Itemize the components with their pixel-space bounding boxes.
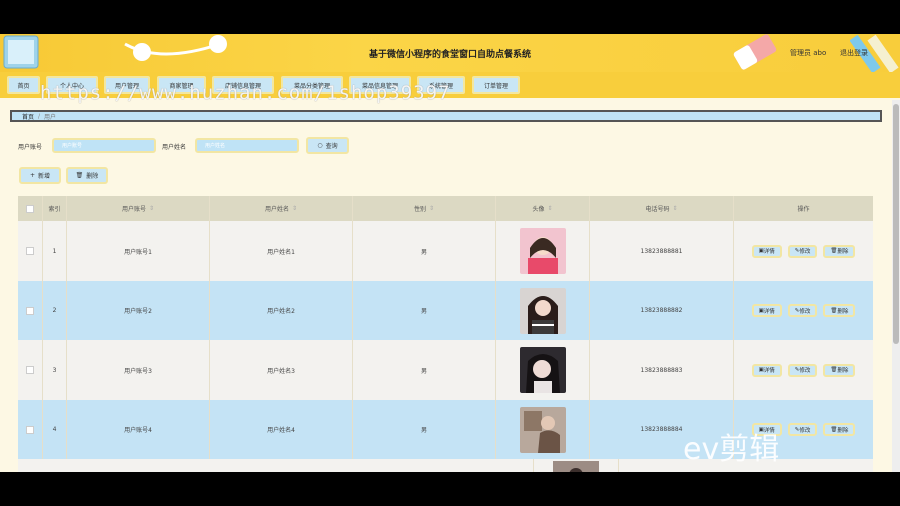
col-gender[interactable]: 性别 ⇕	[353, 196, 496, 221]
row-gender: 男	[353, 400, 496, 459]
sort-icon: ⇕	[547, 205, 553, 212]
row-account: 用户账号4	[67, 400, 210, 459]
row-name: 用户姓名4	[210, 400, 353, 459]
trash-icon: 🗑	[75, 172, 84, 179]
row-name: 用户姓名1	[210, 221, 353, 281]
sort-icon: ⇕	[148, 205, 155, 212]
query-button[interactable]: ○ 查询	[306, 137, 349, 154]
edit-button[interactable]: ✎ 修改	[787, 363, 818, 377]
row-index: 4	[43, 400, 67, 459]
row-phone: 13823888883	[590, 340, 734, 400]
detail-button[interactable]: ▣ 详情	[751, 363, 782, 377]
row-actions: ▣ 详情 ✎ 修改 🗑 删除	[734, 221, 873, 281]
watermark-text: https://www.huzhan.com/1shop39397	[40, 82, 451, 104]
app-screen: 基于微信小程序的食堂窗口自助点餐系统 管理员 abo 退出登录 首页 个人中心 …	[0, 34, 900, 472]
scrollbar-thumb[interactable]	[893, 104, 899, 344]
logout-link[interactable]: 退出登录	[840, 48, 868, 58]
query-button-label: 查询	[325, 143, 338, 150]
row-actions: ▣ 详情 ✎ 修改 🗑 删除	[734, 281, 873, 340]
row-account: 用户账号1	[67, 221, 210, 281]
add-button-label: 新增	[38, 173, 51, 180]
name-label: 用户姓名	[162, 144, 187, 151]
avatar	[496, 400, 590, 459]
nav-item-orders[interactable]: 订单管理	[472, 76, 520, 94]
edit-button[interactable]: ✎ 修改	[787, 423, 818, 436]
row-account: 用户账号3	[67, 340, 210, 400]
sort-icon: ⇕	[291, 205, 298, 212]
row-delete-button[interactable]: 🗑 删除	[823, 363, 856, 377]
col-avatar[interactable]: 头像 ⇕	[496, 196, 590, 221]
row-name: 用户姓名3	[210, 340, 353, 400]
col-name[interactable]: 用户姓名 ⇕	[210, 196, 353, 221]
row-gender: 男	[353, 281, 496, 340]
col-actions: 操作	[797, 206, 810, 213]
scrollbar[interactable]	[892, 100, 900, 472]
row-gender: 男	[353, 340, 496, 400]
row-account: 用户账号2	[67, 281, 210, 340]
edit-button[interactable]: ✎ 修改	[787, 244, 818, 258]
select-all-checkbox[interactable]	[18, 196, 43, 221]
plus-icon: +	[29, 172, 35, 179]
breadcrumb: 首页 / 用户	[10, 110, 882, 122]
breadcrumb-home[interactable]: 首页	[22, 112, 34, 121]
nav-item-home[interactable]: 首页	[7, 76, 40, 94]
col-account[interactable]: 用户账号 ⇕	[67, 196, 210, 221]
name-input[interactable]: 用户姓名	[195, 138, 299, 153]
row-phone: 13823888881	[590, 221, 734, 281]
table-row: 2 用户账号2 用户姓名2 男 13823888882 ▣ 详情 ✎ 修改 🗑 …	[18, 281, 873, 340]
row-checkbox[interactable]	[18, 340, 43, 400]
table-row: 3 用户账号3 用户姓名3 男 13823888883 ▣ 详情 ✎ 修改 🗑 …	[18, 340, 873, 400]
account-label: 用户账号	[18, 144, 43, 151]
breadcrumb-separator: /	[38, 112, 41, 120]
admin-label: 管理员 abo	[790, 49, 827, 57]
avatar	[534, 459, 619, 472]
sort-icon: ⇕	[428, 205, 435, 212]
avatar	[496, 281, 590, 340]
row-index: 1	[43, 221, 67, 281]
search-icon: ○	[317, 142, 323, 149]
delete-button-label: 删除	[86, 173, 99, 180]
col-phone[interactable]: 电话号码 ⇕	[590, 196, 734, 221]
table-row: 1 用户账号1 用户姓名1 男 13823888881 ▣ 详情 ✎ 修改 🗑 …	[18, 221, 873, 281]
row-delete-button[interactable]: 🗑 删除	[823, 244, 856, 258]
breadcrumb-current: 用户	[44, 113, 57, 121]
detail-button[interactable]: ▣ 详情	[751, 244, 782, 258]
detail-button[interactable]: ▣ 详情	[751, 304, 782, 317]
row-index: 2	[43, 281, 67, 340]
edit-button[interactable]: ✎ 修改	[787, 304, 818, 317]
top-header: 基于微信小程序的食堂窗口自助点餐系统 管理员 abo 退出登录	[0, 34, 900, 72]
avatar	[496, 340, 590, 400]
delete-button[interactable]: 🗑 删除	[66, 167, 108, 184]
row-checkbox[interactable]	[18, 221, 43, 281]
table-header: 索引 用户账号 ⇕ 用户姓名 ⇕ 性别 ⇕ 头像 ⇕ 电话号码 ⇕ 操作	[18, 196, 873, 221]
row-index: 3	[43, 340, 67, 400]
row-actions: ▣ 详情 ✎ 修改 🗑 删除	[734, 340, 873, 400]
account-input[interactable]: 用户账号	[52, 138, 156, 153]
row-delete-button[interactable]: 🗑 删除	[823, 423, 856, 436]
ev-logo: ev剪辑	[683, 432, 780, 467]
col-index: 索引	[43, 196, 67, 221]
row-phone: 13823888882	[590, 281, 734, 340]
system-title: 基于微信小程序的食堂窗口自助点餐系统	[368, 50, 531, 60]
row-delete-button[interactable]: 🗑 删除	[823, 304, 856, 317]
row-checkbox[interactable]	[18, 281, 43, 340]
avatar	[496, 221, 590, 281]
add-button[interactable]: + 新增	[19, 167, 61, 184]
sort-icon: ⇕	[672, 205, 678, 212]
row-checkbox[interactable]	[18, 400, 43, 459]
row-gender: 男	[353, 221, 496, 281]
row-name: 用户姓名2	[210, 281, 353, 340]
